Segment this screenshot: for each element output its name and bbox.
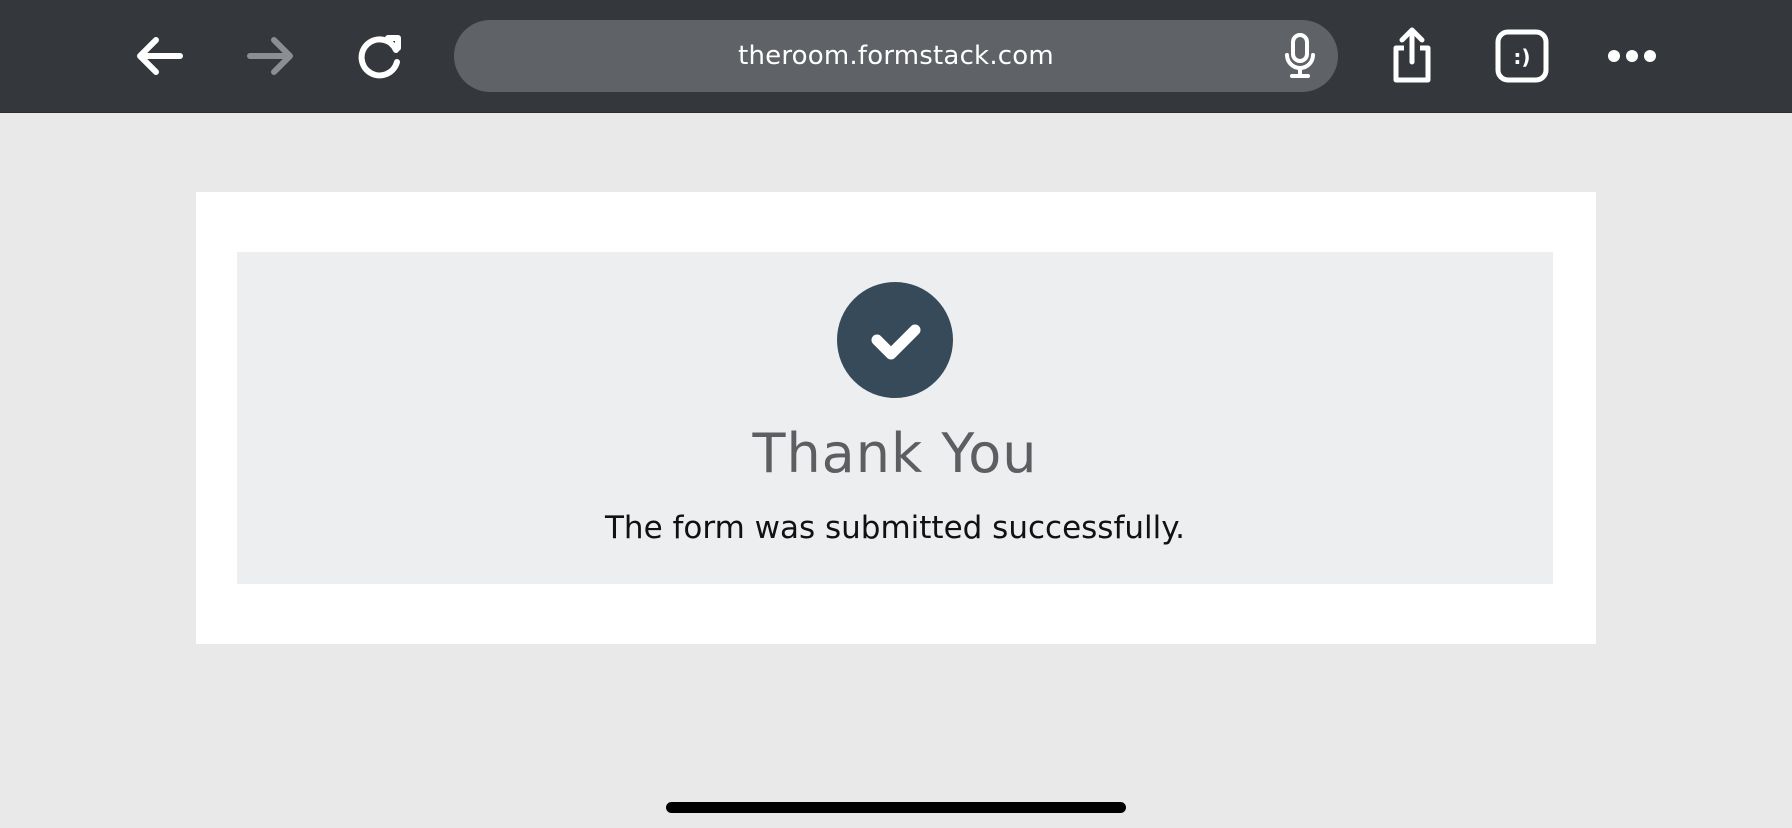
back-button[interactable] <box>128 24 192 88</box>
checkmark-icon <box>871 324 921 360</box>
share-icon <box>1393 27 1431 83</box>
form-card: Thank You The form was submitted success… <box>196 192 1596 644</box>
more-button[interactable] <box>1600 24 1664 88</box>
forward-button[interactable] <box>238 24 302 88</box>
url-text: theroom.formstack.com <box>738 41 1054 71</box>
checkmark-circle-icon <box>837 282 953 398</box>
microphone-icon <box>1285 33 1315 78</box>
share-button[interactable] <box>1380 24 1444 88</box>
reload-icon <box>358 35 401 79</box>
home-indicator[interactable] <box>666 802 1126 813</box>
arrow-right-icon <box>247 37 293 75</box>
confirmation-message: The form was submitted successfully. <box>604 510 1186 546</box>
tab-badge: :) <box>1513 45 1530 69</box>
voice-search-button[interactable] <box>1276 32 1324 80</box>
address-bar[interactable]: theroom.formstack.com <box>454 20 1338 92</box>
browser-toolbar: theroom.formstack.com :) <box>0 0 1792 113</box>
confirmation-panel: Thank You The form was submitted success… <box>237 252 1553 584</box>
tabs-icon: :) <box>1495 29 1549 83</box>
more-icon <box>1608 50 1656 62</box>
confirmation-title: Thank You <box>752 422 1038 485</box>
arrow-left-icon <box>137 37 183 75</box>
reload-button[interactable] <box>348 24 412 88</box>
tabs-button[interactable]: :) <box>1490 24 1554 88</box>
